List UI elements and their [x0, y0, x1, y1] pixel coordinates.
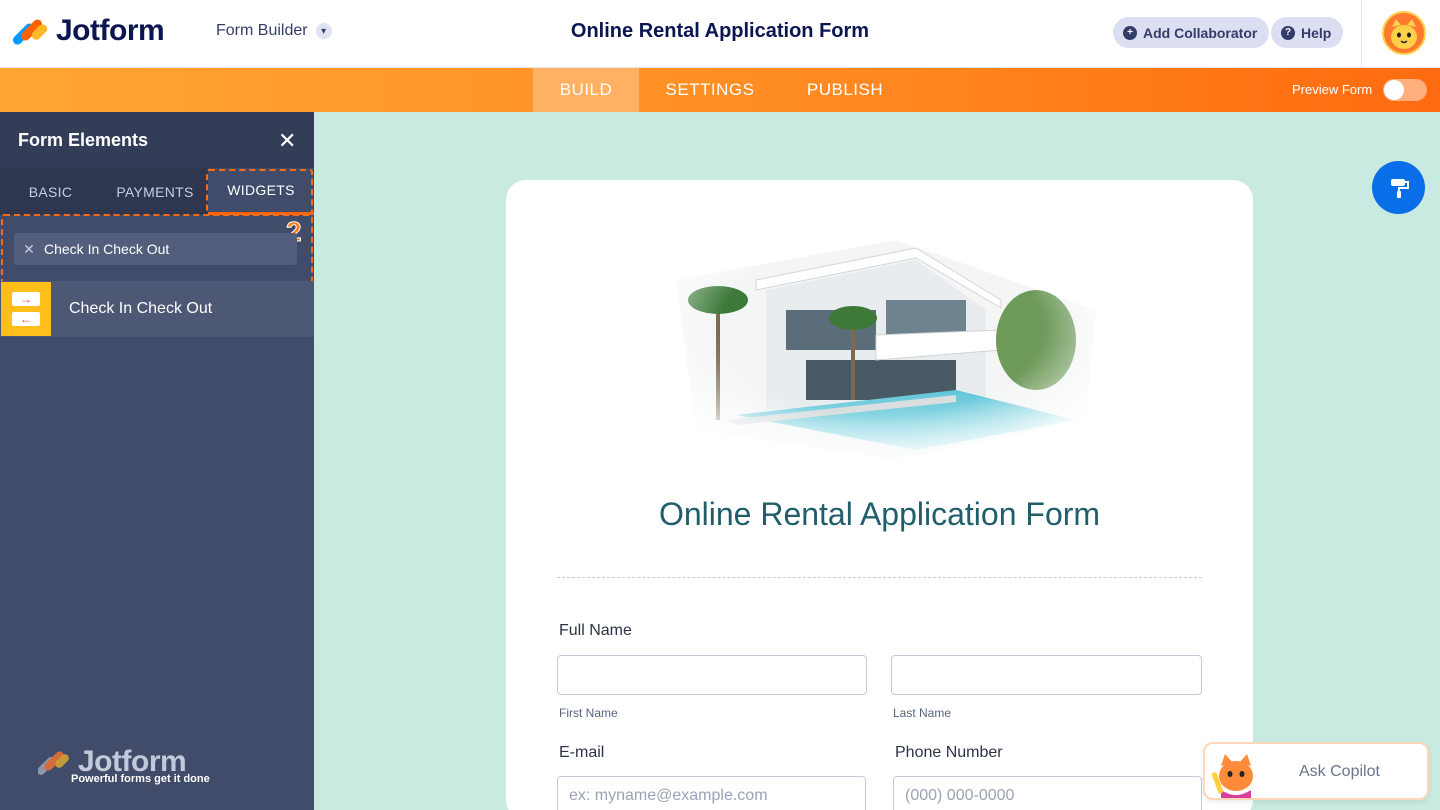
form-title[interactable]: Online Rental Application Form: [506, 496, 1253, 533]
phone-number-input[interactable]: (000) 000-0000: [893, 776, 1202, 810]
tab-build[interactable]: BUILD: [533, 68, 639, 112]
widget-label: Check In Check Out: [69, 300, 213, 317]
tab-basic[interactable]: BASIC: [0, 168, 101, 215]
builder-nav: BUILD SETTINGS PUBLISH Preview Form: [0, 68, 1440, 112]
tab-payments[interactable]: PAYMENTS: [104, 168, 206, 215]
form-divider: [557, 577, 1202, 578]
help-icon: ?: [1281, 25, 1295, 40]
preview-form-label: Preview Form: [1292, 82, 1373, 97]
panel-header: Form Elements ✕: [0, 112, 314, 168]
paint-roller-icon: [1390, 178, 1409, 198]
widget-search-input[interactable]: ✕ Check In Check Out: [14, 233, 297, 265]
form-builder-label: Form Builder: [216, 22, 308, 39]
chevron-down-icon: ▾: [315, 23, 332, 39]
top-header: Jotform Form Builder ▾ Online Rental App…: [0, 0, 1440, 68]
panel-title: Form Elements: [18, 130, 149, 150]
last-name-input[interactable]: [891, 655, 1202, 695]
full-name-label: Full Name: [559, 622, 632, 639]
widgets-tab-highlight: [206, 169, 313, 215]
cat-avatar-icon: [1391, 19, 1417, 49]
widget-check-in-check-out[interactable]: → ← Check In Check Out: [0, 281, 314, 337]
email-placeholder: ex: myname@example.com: [569, 787, 768, 804]
add-collaborator-button[interactable]: + Add Collaborator: [1113, 17, 1270, 48]
phone-placeholder: (000) 000-0000: [905, 787, 1015, 804]
house-header-image: [656, 220, 1106, 460]
close-icon[interactable]: ✕: [278, 128, 296, 154]
clear-search-icon[interactable]: ✕: [14, 241, 44, 258]
email-input[interactable]: ex: myname@example.com: [557, 776, 866, 810]
add-collaborator-label: Add Collaborator: [1143, 24, 1258, 41]
tab-publish[interactable]: PUBLISH: [795, 68, 895, 112]
jotform-logo-icon: [38, 751, 69, 775]
form-designer-button[interactable]: [1372, 161, 1425, 214]
toggle-knob: [1384, 80, 1404, 100]
first-name-sublabel: First Name: [559, 706, 618, 720]
avatar[interactable]: [1382, 11, 1426, 55]
header-divider: [1361, 0, 1362, 68]
help-label: Help: [1301, 24, 1332, 41]
first-name-input[interactable]: [557, 655, 867, 695]
brand-name: Jotform: [56, 14, 165, 47]
last-name-sublabel: Last Name: [893, 706, 952, 720]
copilot-cat-icon: [1211, 754, 1253, 798]
email-label: E-mail: [559, 744, 605, 761]
help-button[interactable]: ? Help: [1271, 17, 1344, 48]
preview-form-toggle[interactable]: [1383, 79, 1427, 101]
panel-brand-tagline: Powerful forms get it done: [71, 773, 210, 785]
form-builder-menu[interactable]: Form Builder ▾: [216, 22, 332, 40]
ask-copilot-button[interactable]: Ask Copilot: [1203, 742, 1429, 800]
jotform-logo[interactable]: Jotform: [11, 14, 165, 48]
jotform-logo-icon: [11, 15, 50, 47]
ask-copilot-label: Ask Copilot: [1299, 763, 1380, 780]
widget-search-value: Check In Check Out: [44, 241, 170, 257]
phone-number-label: Phone Number: [895, 744, 1003, 761]
add-user-icon: +: [1123, 25, 1137, 40]
check-in-check-out-icon: → ←: [1, 282, 51, 336]
form-card: Online Rental Application Form Full Name…: [506, 180, 1253, 810]
tab-settings[interactable]: SETTINGS: [653, 68, 767, 112]
